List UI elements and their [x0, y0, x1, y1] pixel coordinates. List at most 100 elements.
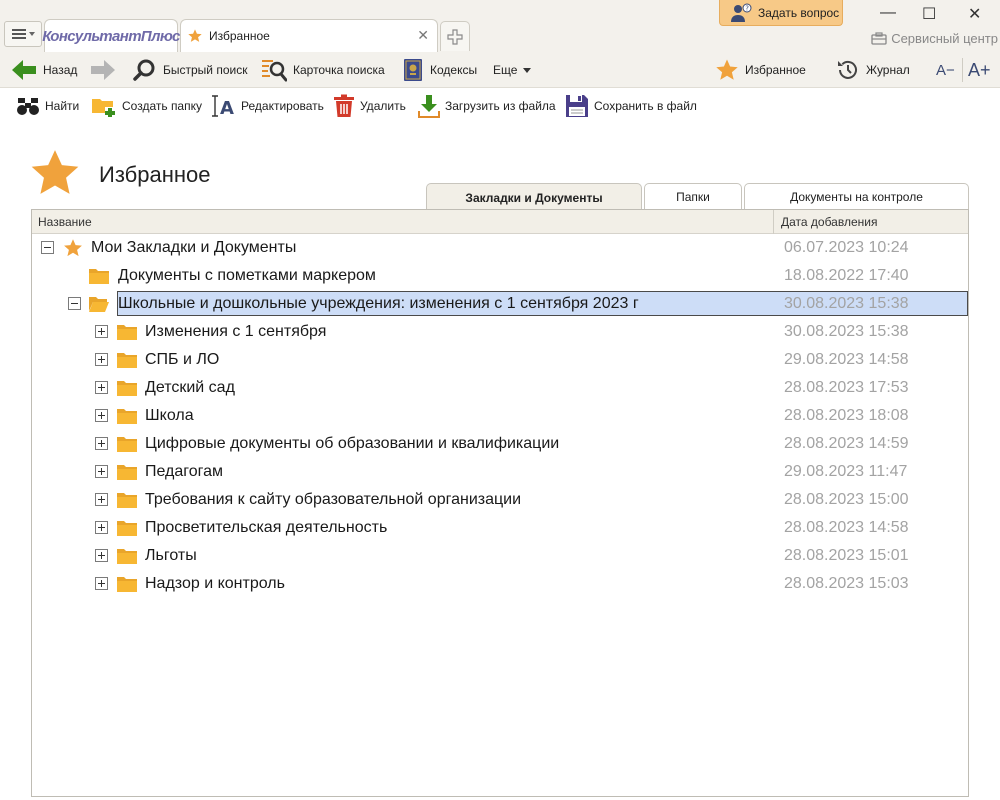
page-title: Избранное: [99, 162, 211, 187]
expand-toggle[interactable]: [95, 325, 108, 338]
expand-toggle[interactable]: [95, 549, 108, 562]
close-window-button[interactable]: ✕: [968, 4, 981, 24]
expand-toggle[interactable]: [95, 521, 108, 534]
save-to-file-button[interactable]: Сохранить в файл: [565, 88, 697, 124]
codes-button[interactable]: Кодексы: [402, 52, 477, 88]
load-from-file-label: Загрузить из файла: [445, 99, 556, 113]
tree-row[interactable]: Требования к сайту образовательной орган…: [32, 486, 968, 514]
tree-item-date: 29.08.2023 14:58: [784, 351, 909, 368]
tree-row[interactable]: Мои Закладки и Документы 06.07.2023 10:24: [32, 234, 968, 262]
find-button[interactable]: Найти: [16, 88, 79, 124]
tree-item-label: Изменения с 1 сентября: [145, 323, 327, 340]
hamburger-icon: [11, 28, 26, 40]
font-increase-label: A+: [968, 59, 991, 80]
new-tab-button[interactable]: [440, 21, 470, 51]
chevron-down-icon: [28, 32, 35, 36]
tab-home[interactable]: КонсультантПлюс: [42, 19, 180, 52]
ask-question-button[interactable]: ? Задать вопрос: [719, 0, 843, 26]
tree-item-label: Мои Закладки и Документы: [91, 239, 297, 256]
star-icon: [716, 59, 738, 80]
tree-item-date: 06.07.2023 10:24: [784, 239, 909, 256]
star-icon: [188, 29, 202, 42]
font-decrease-button[interactable]: A−: [936, 52, 955, 88]
download-icon: [418, 95, 440, 118]
tree-row[interactable]: Изменения с 1 сентября 30.08.2023 15:38: [32, 318, 968, 346]
folder-icon: [117, 381, 137, 396]
service-center-link[interactable]: Сервисный центр: [871, 31, 998, 46]
folder-icon: [89, 269, 109, 284]
search-card-button[interactable]: Карточка поиска: [261, 52, 385, 88]
folder-icon: [117, 409, 137, 424]
tree-row[interactable]: Просветительская деятельность 28.08.2023 …: [32, 514, 968, 542]
tree-row[interactable]: Педагогам 29.08.2023 11:47: [32, 458, 968, 486]
edit-label: Редактировать: [241, 99, 324, 113]
floppy-disk-icon: [566, 95, 588, 117]
find-label: Найти: [45, 99, 80, 113]
tree-item-date: 28.08.2023 15:01: [784, 547, 909, 564]
search-card-icon: [262, 60, 287, 82]
app-logo: КонсультантПлюс: [42, 27, 180, 45]
font-increase-button[interactable]: A+: [968, 52, 991, 88]
main-toolbar: Назад Быстрый поиск Карточка поиска Коде…: [0, 52, 1000, 88]
chevron-down-icon: [523, 67, 532, 73]
expand-toggle[interactable]: [95, 465, 108, 478]
folder-icon: [117, 437, 137, 452]
load-from-file-button[interactable]: Загрузить из файла: [418, 88, 556, 124]
delete-label: Удалить: [360, 99, 406, 113]
tree-item-date: 28.08.2023 18:08: [784, 407, 909, 424]
journal-label: Журнал: [866, 63, 910, 77]
expand-toggle[interactable]: [95, 437, 108, 450]
folder-icon: [117, 521, 137, 536]
tree-row[interactable]: Льготы 28.08.2023 15:01: [32, 542, 968, 570]
more-label: Еще: [493, 63, 518, 77]
folder-icon: [117, 549, 137, 564]
tree-row[interactable]: Надзор и контроль 28.08.2023 15:03: [32, 570, 968, 598]
forward-button[interactable]: [90, 52, 116, 88]
collapse-toggle[interactable]: [41, 241, 54, 254]
tree-row[interactable]: Цифровые документы об образовании и квал…: [32, 430, 968, 458]
tree-item-label: Просветительская деятельность: [145, 519, 388, 536]
column-name-header[interactable]: Название: [38, 215, 92, 229]
create-folder-label: Создать папку: [122, 99, 202, 113]
create-folder-button[interactable]: Создать папку: [91, 88, 202, 124]
more-menu-button[interactable]: Еще: [493, 52, 532, 88]
column-resize-handle[interactable]: [773, 210, 774, 234]
quick-search-button[interactable]: Быстрый поиск: [133, 52, 247, 88]
tree-item-date: 29.08.2023 11:47: [784, 463, 908, 480]
service-icon: [871, 31, 887, 45]
collapse-toggle[interactable]: [68, 297, 81, 310]
codex-book-icon: [404, 59, 422, 81]
tab-favorites[interactable]: Избранное ✕: [180, 19, 438, 52]
save-to-file-label: Сохранить в файл: [594, 99, 697, 113]
expand-toggle[interactable]: [95, 577, 108, 590]
tree-item-label: Школа: [145, 407, 194, 424]
folder-icon: [117, 465, 137, 480]
favorites-star-icon: [31, 150, 79, 194]
toolbar-divider: [962, 58, 963, 82]
journal-button[interactable]: Журнал: [836, 52, 910, 88]
tree-row[interactable]: Документы с пометками маркером 18.08.2022…: [32, 262, 968, 290]
tab-documents-on-control[interactable]: Документы на контроле: [744, 183, 969, 210]
tree-row[interactable]: Школа 28.08.2023 18:08: [32, 402, 968, 430]
search-card-label: Карточка поиска: [293, 63, 385, 77]
tree-row-selected[interactable]: Школьные и дошкольные учреждения: измене…: [32, 290, 968, 318]
maximize-button[interactable]: ☐: [922, 4, 936, 24]
edit-button[interactable]: A Редактировать: [210, 88, 324, 124]
main-menu-button[interactable]: [4, 21, 42, 47]
tree-row[interactable]: Детский сад 28.08.2023 17:53: [32, 374, 968, 402]
minimize-button[interactable]: —: [880, 4, 896, 22]
back-button[interactable]: Назад: [11, 52, 77, 88]
delete-button[interactable]: Удалить: [333, 88, 406, 124]
tab-bookmarks-documents[interactable]: Закладки и Документы: [426, 183, 642, 211]
tree-row[interactable]: СПБ и ЛО 29.08.2023 14:58: [32, 346, 968, 374]
close-tab-icon[interactable]: ✕: [417, 27, 429, 43]
tree-item-label: Педагогам: [145, 463, 224, 480]
favorites-button[interactable]: Избранное: [715, 52, 806, 88]
expand-toggle[interactable]: [95, 493, 108, 506]
column-date-header[interactable]: Дата добавления: [781, 215, 877, 229]
expand-toggle[interactable]: [95, 409, 108, 422]
tab-folders[interactable]: Папки: [644, 183, 742, 210]
expand-toggle[interactable]: [95, 353, 108, 366]
favorites-action-toolbar: Найти Создать папку A Редактировать Удал…: [0, 88, 1000, 124]
expand-toggle[interactable]: [95, 381, 108, 394]
